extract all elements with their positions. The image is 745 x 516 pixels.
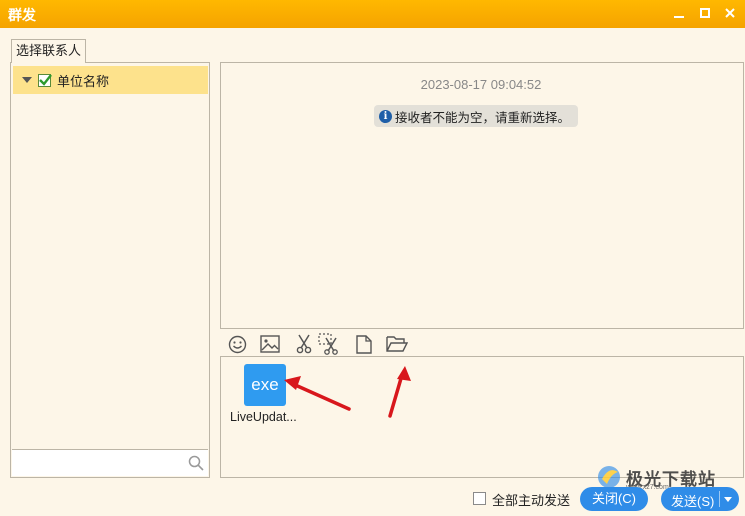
system-notice: i 接收者不能为空，请重新选择。 — [374, 105, 579, 127]
emoji-icon[interactable] — [226, 333, 248, 355]
minimize-button[interactable] — [668, 3, 690, 23]
close-icon — [725, 8, 735, 18]
title-bar: 群发 — [0, 0, 745, 28]
search-icon[interactable] — [188, 455, 204, 474]
send-button-label: 发送(S) — [671, 494, 715, 509]
send-button[interactable]: 发送(S) — [661, 487, 739, 511]
contact-tree-panel: 单位名称 — [10, 62, 210, 478]
close-button[interactable]: 关闭(C) — [580, 487, 648, 511]
minimize-icon — [674, 16, 684, 18]
notice-text: 接收者不能为空，请重新选择。 — [395, 110, 571, 125]
send-dropdown-icon[interactable] — [724, 497, 732, 502]
contact-search-input[interactable] — [12, 449, 208, 476]
send-all-label[interactable]: 全部主动发送 — [492, 490, 570, 509]
exe-file-icon[interactable]: exe — [244, 364, 286, 406]
close-window-button[interactable] — [719, 3, 741, 23]
screenshot-icon[interactable] — [318, 333, 340, 355]
tree-item-unit[interactable]: 单位名称 — [13, 66, 208, 94]
maximize-icon — [700, 8, 710, 18]
tab-select-contacts[interactable]: 选择联系人 — [11, 39, 86, 63]
message-timestamp: 2023-08-17 09:04:52 — [420, 77, 542, 92]
check-icon — [39, 73, 52, 86]
window-title: 群发 — [8, 7, 36, 23]
tree-item-checkbox[interactable] — [38, 73, 52, 87]
tree-item-label: 单位名称 — [57, 73, 110, 89]
expand-arrow-icon[interactable] — [22, 77, 32, 83]
send-all-checkbox[interactable] — [473, 492, 486, 505]
file-icon[interactable] — [353, 333, 375, 355]
info-icon: i — [379, 109, 392, 123]
file-name-label: LiveUpdat... — [230, 410, 297, 424]
message-input-area[interactable]: exe LiveUpdat... — [220, 356, 744, 478]
maximize-button[interactable] — [694, 3, 716, 23]
folder-icon[interactable] — [386, 333, 408, 355]
input-toolbar — [220, 331, 744, 357]
scissors-icon[interactable] — [293, 333, 315, 355]
message-history-panel: 2023-08-17 09:04:52 i 接收者不能为空，请重新选择。 — [220, 62, 744, 329]
send-button-divider — [719, 491, 720, 507]
image-icon[interactable] — [259, 333, 281, 355]
